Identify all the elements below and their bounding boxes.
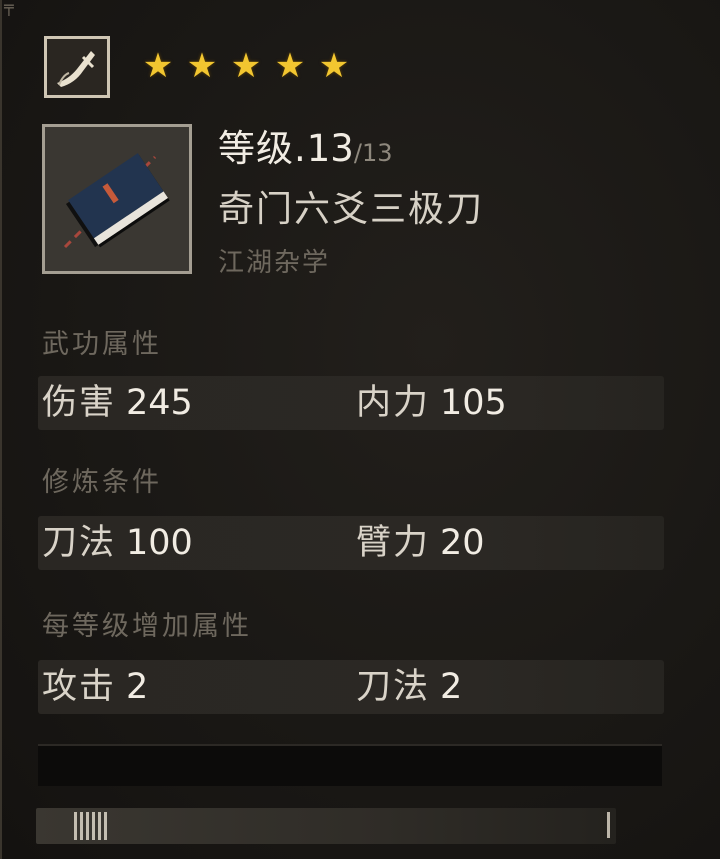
star-icon: ★ — [142, 46, 174, 86]
skill-category: 江湖杂学 — [218, 248, 331, 278]
stat-value: 245 — [126, 383, 193, 423]
level-label: 等级. — [218, 127, 307, 170]
stat-value: 2 — [440, 667, 463, 707]
level-current: 13 — [306, 127, 354, 170]
stat-damage: 伤害 245 — [42, 376, 193, 430]
stat-label: 攻击 — [42, 667, 117, 707]
martial-book-icon — [42, 124, 192, 274]
stat-label: 刀法 — [42, 523, 117, 563]
skill-level: 等级.13/13 — [218, 118, 393, 170]
slot-icon — [74, 812, 110, 840]
stat-label: 刀法 — [356, 667, 431, 707]
footer-panel — [38, 744, 662, 786]
stat-row-requirements: 刀法 100 臂力 20 — [38, 516, 664, 570]
stat-value: 100 — [126, 523, 193, 563]
star-icon: ★ — [230, 46, 262, 86]
slot-divider — [607, 812, 610, 838]
stat-label: 伤害 — [42, 383, 117, 423]
section-title-attributes: 武功属性 — [42, 329, 162, 360]
star-icon: ★ — [274, 46, 306, 86]
stat-row-attributes: 伤害 245 内力 105 — [38, 376, 664, 430]
level-max: /13 — [353, 139, 393, 167]
skill-tooltip-panel: ╤ ★ ★ ★ ★ ★ 等级.13/13 奇门六爻三极刀 江湖杂学 武功属性 伤… — [0, 0, 720, 859]
stat-arm-strength: 臂力 20 — [356, 516, 485, 570]
stat-value: 2 — [126, 667, 149, 707]
corner-ornament: ╤ — [4, 0, 14, 16]
stat-inner-power: 内力 105 — [356, 376, 507, 430]
stat-attack: 攻击 2 — [42, 660, 148, 714]
stat-blade-skill: 刀法 100 — [42, 516, 193, 570]
saber-icon — [44, 36, 110, 98]
star-icon: ★ — [186, 46, 218, 86]
stat-row-per-level: 攻击 2 刀法 2 — [38, 660, 664, 714]
star-icon: ★ — [318, 46, 350, 86]
section-title-per-level: 每等级增加属性 — [42, 611, 252, 642]
stat-label: 臂力 — [356, 523, 431, 563]
stat-blade-skill-bonus: 刀法 2 — [356, 660, 462, 714]
star-rating: ★ ★ ★ ★ ★ — [140, 48, 352, 88]
skill-name: 奇门六爻三极刀 — [218, 189, 485, 230]
stat-value: 20 — [440, 523, 485, 563]
section-title-requirements: 修炼条件 — [42, 467, 162, 498]
footer-slot[interactable] — [36, 808, 616, 844]
stat-value: 105 — [440, 383, 507, 423]
stat-label: 内力 — [356, 383, 431, 423]
